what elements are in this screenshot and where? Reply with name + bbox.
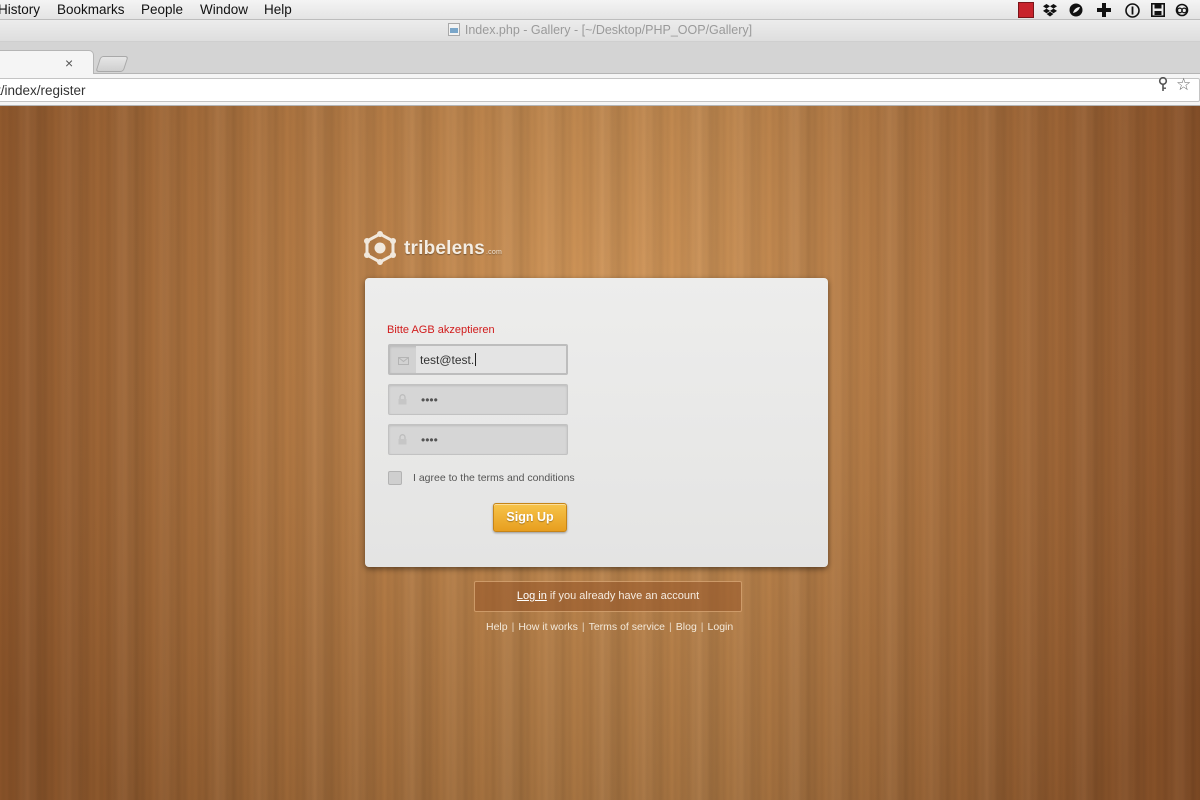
creative-cloud-icon[interactable]: [1174, 2, 1190, 18]
email-text: test@test.: [420, 353, 475, 367]
menu-people[interactable]: People: [141, 1, 183, 19]
footer-separator: |: [581, 621, 585, 633]
signup-card: Bitte AGB akzeptieren test@test. •••• ••…: [365, 278, 828, 567]
terms-label[interactable]: I agree to the terms and conditions: [413, 472, 575, 484]
menu-history[interactable]: History: [0, 1, 40, 19]
menu-help[interactable]: Help: [264, 1, 292, 19]
browser-toolbar: t/index/register ☆: [0, 74, 1200, 106]
close-tab-icon[interactable]: ×: [65, 56, 73, 70]
terms-checkbox[interactable]: [388, 471, 402, 485]
tab-strip: ×: [0, 42, 1200, 75]
footer-separator: |: [669, 621, 672, 633]
document-icon: [447, 23, 460, 36]
password-value: ••••: [421, 393, 438, 407]
info-icon[interactable]: [1124, 2, 1140, 18]
envelope-icon: [390, 346, 416, 375]
window-title-text: Index.php - Gallery - [~/Desktop/PHP_OOP…: [464, 23, 753, 37]
logo-suffix: .com: [486, 249, 502, 256]
footer-separator: |: [700, 621, 704, 633]
save-icon[interactable]: [1150, 2, 1166, 18]
dropbox-icon[interactable]: [1042, 2, 1058, 18]
footer-link-how-it-works[interactable]: How it works: [518, 621, 578, 633]
menu-bar: History Bookmarks People Window Help: [0, 0, 1200, 20]
menu-bookmarks[interactable]: Bookmarks: [57, 1, 125, 19]
email-value: test@test.: [420, 353, 477, 367]
email-field[interactable]: test@test.: [388, 344, 568, 375]
menu-window[interactable]: Window: [200, 1, 248, 19]
bookmark-star-icon[interactable]: ☆: [1176, 75, 1191, 95]
login-hint-box: Log in if you already have an account: [474, 581, 742, 612]
password-field[interactable]: ••••: [388, 384, 568, 415]
url-text: t/index/register: [0, 83, 86, 98]
footer-link-login[interactable]: Login: [708, 621, 734, 633]
leaf-icon[interactable]: [1068, 2, 1084, 18]
plus-icon[interactable]: [1096, 2, 1112, 18]
app-tray-icon[interactable]: [1018, 2, 1034, 18]
tribelens-logo-icon: [364, 231, 396, 265]
text-caret: [475, 353, 477, 366]
signup-button[interactable]: Sign Up: [493, 503, 567, 532]
error-message: Bitte AGB akzeptieren: [387, 324, 495, 336]
login-hint-text: if you already have an account: [546, 590, 700, 602]
web-page: tribelens.com Bitte AGB akzeptieren test…: [0, 106, 1200, 800]
key-icon[interactable]: [1158, 76, 1168, 95]
lock-icon: [389, 385, 415, 414]
footer-link-blog[interactable]: Blog: [676, 621, 697, 633]
login-link[interactable]: Log in: [517, 590, 547, 602]
lock-icon: [389, 425, 415, 454]
address-bar[interactable]: t/index/register: [0, 78, 1200, 102]
footer-separator: |: [511, 621, 515, 633]
window-title-bar: Index.php - Gallery - [~/Desktop/PHP_OOP…: [0, 20, 1200, 42]
password-confirm-value: ••••: [421, 433, 438, 447]
logo-word: tribelens: [404, 238, 485, 259]
tab-register[interactable]: ×: [0, 50, 94, 75]
footer-links: Help | How it works | Terms of service | Blog |…: [486, 621, 733, 633]
password-confirm-field[interactable]: ••••: [388, 424, 568, 455]
new-tab-button[interactable]: [95, 56, 129, 72]
window-title: Index.php - Gallery - [~/Desktop/PHP_OOP…: [0, 23, 1200, 37]
footer-link-help[interactable]: Help: [486, 621, 508, 633]
footer-link-terms[interactable]: Terms of service: [589, 621, 665, 633]
logo-wordmark: tribelens.com: [404, 238, 502, 260]
